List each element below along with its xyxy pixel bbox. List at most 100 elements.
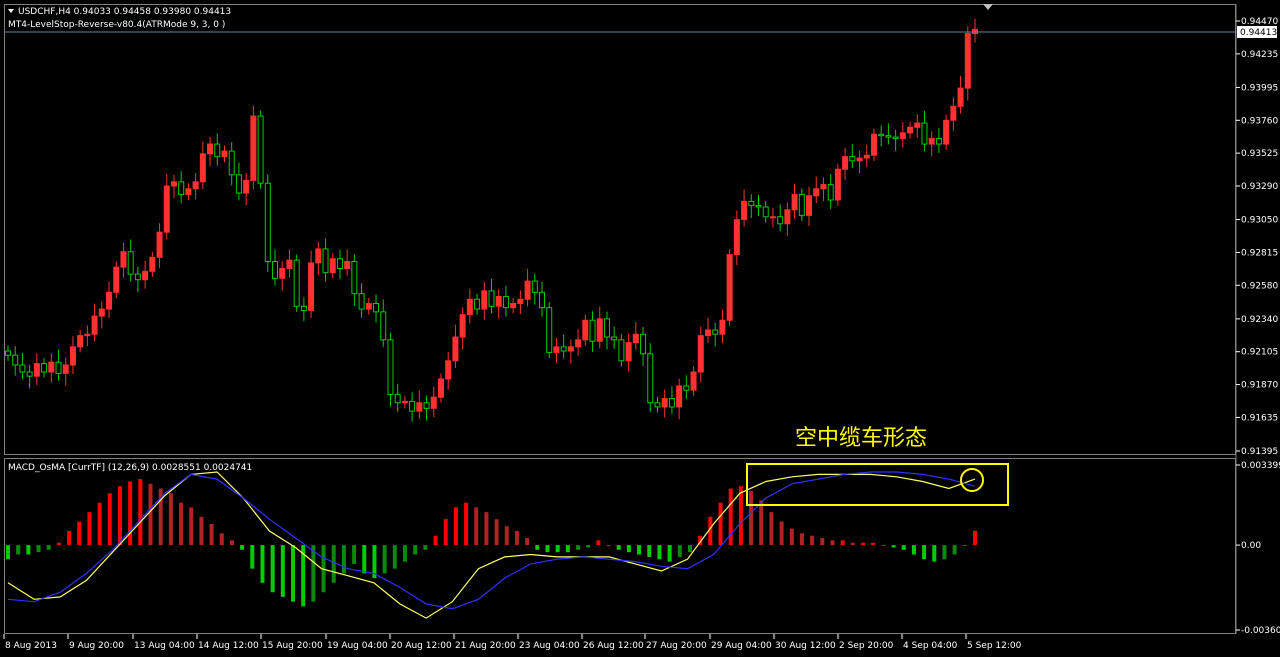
candle-body [178, 181, 185, 195]
osma-bar [901, 545, 906, 550]
osma-bar [209, 523, 214, 546]
osma-bar [718, 502, 723, 546]
chart-window: 0.94470 0.94235 0.93995 0.93760 0.93525 0.932… [3, 4, 1280, 651]
candle-body [214, 143, 221, 158]
dropdown-triangle-icon[interactable] [8, 9, 14, 13]
candle-body [762, 206, 769, 218]
candle-body [452, 336, 459, 362]
osma-bar [331, 545, 336, 583]
candle-body [163, 185, 170, 233]
osma-bar [56, 542, 61, 546]
time-tick-label: 29 Aug 04:00 [711, 641, 772, 651]
candle-body [820, 184, 827, 190]
osma-bar [341, 545, 346, 574]
osma-bar [626, 545, 631, 553]
osma-bar [311, 545, 316, 602]
candle-body [69, 346, 76, 366]
osma-bar [525, 538, 530, 546]
candle-body [12, 354, 19, 366]
price-tick-label: 0.93760 [1241, 116, 1278, 126]
candle-body [322, 248, 329, 274]
candle-body [336, 258, 343, 270]
osma-bar [199, 516, 204, 546]
candle-body [640, 333, 647, 355]
candle-body [106, 291, 113, 310]
candle-body [748, 200, 755, 207]
candle-body [928, 137, 935, 145]
candle-body [972, 28, 978, 35]
time-tick-label: 14 Aug 12:00 [198, 641, 259, 651]
macd-header: MACD_OsMA [CurrTF] (12,26,9) 0.0028551 0… [8, 463, 252, 473]
candle-body [387, 339, 394, 395]
osma-bar [850, 542, 855, 546]
osma-bar [443, 519, 448, 546]
indicator-header: MT4-LevelStop-Reverse-v80.4(ATRMode 9, 3… [8, 20, 225, 30]
osma-bar [647, 545, 652, 557]
candle-body [654, 402, 661, 408]
candle-body [264, 182, 271, 263]
candle-body [48, 361, 55, 373]
candle-body [26, 371, 33, 377]
candle-body [481, 290, 488, 310]
osma-bar [759, 500, 764, 546]
shift-marker-icon[interactable] [983, 4, 993, 10]
candle-body [885, 135, 892, 138]
time-axis: 8 Aug 2013 9 Aug 20:00 13 Aug 04:00 14 Aug … [3, 634, 1022, 651]
candle-body [77, 335, 84, 348]
candle-body [445, 360, 452, 380]
candle-body [286, 259, 293, 270]
time-tick-label: 30 Aug 12:00 [775, 641, 836, 651]
osma-bar [219, 533, 224, 546]
candle-body [849, 156, 856, 162]
candle-body [892, 136, 899, 139]
candle-body [228, 150, 235, 176]
candle-body [300, 305, 307, 311]
candle-body [170, 181, 177, 187]
osma-bar [637, 545, 642, 555]
signal-line [7, 471, 976, 610]
price-tick-label: 0.93525 [1241, 149, 1278, 159]
candle-body [603, 318, 610, 338]
time-tick-label: 2 Sep 20:00 [839, 641, 894, 651]
osma-bar [423, 545, 428, 550]
time-tick-label: 21 Aug 20:00 [455, 641, 516, 651]
candle-body [856, 157, 863, 162]
candle-body [827, 184, 834, 201]
candle-body [199, 153, 206, 183]
osma-bar [280, 545, 285, 597]
candle-body [567, 346, 574, 352]
osma-bar [270, 545, 275, 593]
time-tick-label: 4 Sep 04:00 [903, 641, 958, 651]
osma-bar [830, 540, 835, 546]
osma-histogram [6, 479, 977, 607]
osma-bar [922, 545, 927, 560]
osma-bar [576, 545, 581, 550]
candle-body [113, 266, 120, 293]
osma-bar [179, 502, 184, 546]
candle-body [84, 333, 91, 337]
candle-body [380, 311, 387, 341]
price-tick-label: 0.94470 [1241, 17, 1278, 27]
time-tick-label: 20 Aug 12:00 [391, 641, 452, 651]
osma-bar [433, 535, 438, 546]
candle-body [409, 400, 416, 412]
price-tick-label: 0.92105 [1241, 348, 1278, 358]
candle-body [553, 346, 560, 353]
candle-body [308, 262, 315, 311]
osma-bar [260, 545, 265, 583]
osma-bar [596, 540, 601, 546]
osma-bar [240, 545, 245, 550]
candle-body [55, 361, 62, 374]
candle-body [502, 295, 509, 309]
candle-body [423, 402, 430, 409]
macd-lines [7, 471, 976, 619]
price-tick-label: 0.91870 [1241, 381, 1278, 391]
osma-bar [799, 533, 804, 546]
osma-bar [453, 507, 458, 546]
osma-bar [504, 526, 509, 546]
time-tick-label: 9 Aug 20:00 [69, 641, 124, 651]
osma-bar [87, 512, 92, 546]
osma-bar [738, 486, 743, 546]
osma-bar [891, 545, 896, 548]
candle-body [914, 122, 921, 128]
